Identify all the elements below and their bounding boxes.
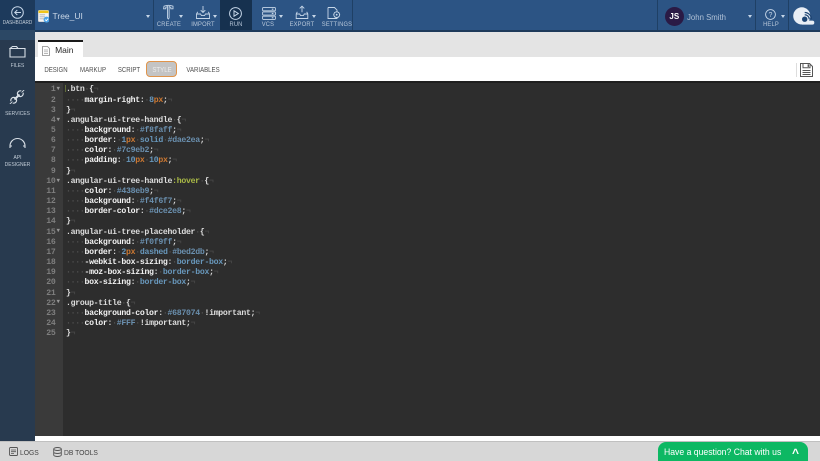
svg-text:?: ? <box>768 12 772 19</box>
